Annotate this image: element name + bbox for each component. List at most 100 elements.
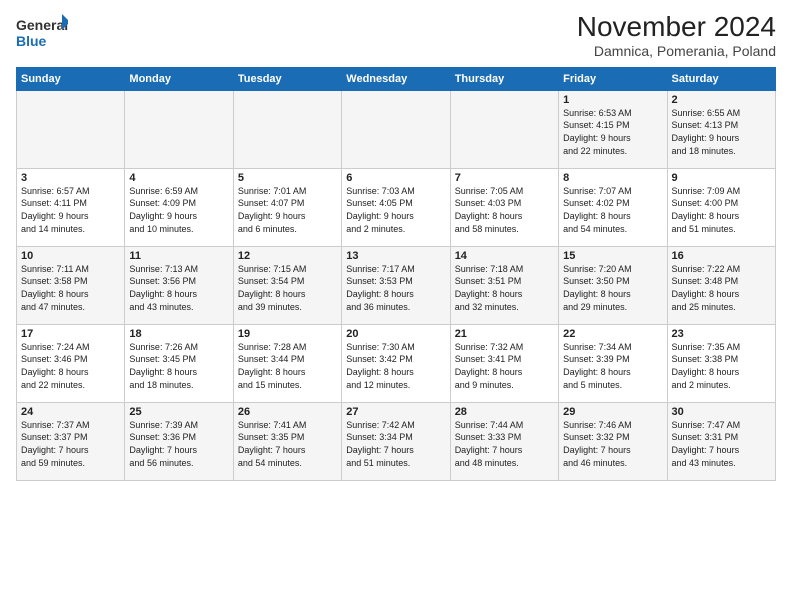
day-number: 3 [21,172,120,184]
day-info: Sunrise: 6:59 AM Sunset: 4:09 PM Dayligh… [129,185,228,235]
title-block: November 2024 Damnica, Pomerania, Poland [577,12,776,59]
calendar-cell: 27Sunrise: 7:42 AM Sunset: 3:34 PM Dayli… [342,402,450,480]
calendar-cell [233,90,341,168]
calendar-cell: 2Sunrise: 6:55 AM Sunset: 4:13 PM Daylig… [667,90,775,168]
day-number: 20 [346,328,445,340]
svg-text:General: General [16,17,68,33]
calendar-cell: 18Sunrise: 7:26 AM Sunset: 3:45 PM Dayli… [125,324,233,402]
calendar-table: SundayMondayTuesdayWednesdayThursdayFrid… [16,67,776,481]
calendar-cell: 22Sunrise: 7:34 AM Sunset: 3:39 PM Dayli… [559,324,667,402]
calendar-cell [450,90,558,168]
calendar-cell: 3Sunrise: 6:57 AM Sunset: 4:11 PM Daylig… [17,168,125,246]
calendar-cell: 5Sunrise: 7:01 AM Sunset: 4:07 PM Daylig… [233,168,341,246]
day-info: Sunrise: 7:39 AM Sunset: 3:36 PM Dayligh… [129,419,228,469]
weekday-header-monday: Monday [125,67,233,90]
header: General Blue November 2024 Damnica, Pome… [16,12,776,59]
week-row-2: 3Sunrise: 6:57 AM Sunset: 4:11 PM Daylig… [17,168,776,246]
calendar-cell [17,90,125,168]
calendar-cell: 9Sunrise: 7:09 AM Sunset: 4:00 PM Daylig… [667,168,775,246]
day-number: 17 [21,328,120,340]
svg-text:Blue: Blue [16,33,47,49]
day-number: 11 [129,250,228,262]
day-info: Sunrise: 7:13 AM Sunset: 3:56 PM Dayligh… [129,263,228,313]
day-info: Sunrise: 7:32 AM Sunset: 3:41 PM Dayligh… [455,341,554,391]
day-number: 4 [129,172,228,184]
day-number: 16 [672,250,771,262]
calendar-cell: 10Sunrise: 7:11 AM Sunset: 3:58 PM Dayli… [17,246,125,324]
calendar-cell: 16Sunrise: 7:22 AM Sunset: 3:48 PM Dayli… [667,246,775,324]
day-info: Sunrise: 7:09 AM Sunset: 4:00 PM Dayligh… [672,185,771,235]
day-number: 19 [238,328,337,340]
day-info: Sunrise: 7:17 AM Sunset: 3:53 PM Dayligh… [346,263,445,313]
calendar-cell: 30Sunrise: 7:47 AM Sunset: 3:31 PM Dayli… [667,402,775,480]
day-number: 13 [346,250,445,262]
day-number: 24 [21,406,120,418]
calendar-cell: 19Sunrise: 7:28 AM Sunset: 3:44 PM Dayli… [233,324,341,402]
day-info: Sunrise: 7:26 AM Sunset: 3:45 PM Dayligh… [129,341,228,391]
day-info: Sunrise: 6:53 AM Sunset: 4:15 PM Dayligh… [563,107,662,157]
calendar-cell: 24Sunrise: 7:37 AM Sunset: 3:37 PM Dayli… [17,402,125,480]
weekday-header-row: SundayMondayTuesdayWednesdayThursdayFrid… [17,67,776,90]
day-number: 10 [21,250,120,262]
day-info: Sunrise: 7:24 AM Sunset: 3:46 PM Dayligh… [21,341,120,391]
day-number: 8 [563,172,662,184]
day-info: Sunrise: 7:34 AM Sunset: 3:39 PM Dayligh… [563,341,662,391]
calendar-title: November 2024 [577,12,776,43]
day-info: Sunrise: 7:01 AM Sunset: 4:07 PM Dayligh… [238,185,337,235]
weekday-header-sunday: Sunday [17,67,125,90]
calendar-cell: 13Sunrise: 7:17 AM Sunset: 3:53 PM Dayli… [342,246,450,324]
day-info: Sunrise: 7:28 AM Sunset: 3:44 PM Dayligh… [238,341,337,391]
week-row-1: 1Sunrise: 6:53 AM Sunset: 4:15 PM Daylig… [17,90,776,168]
day-info: Sunrise: 7:41 AM Sunset: 3:35 PM Dayligh… [238,419,337,469]
calendar-cell: 20Sunrise: 7:30 AM Sunset: 3:42 PM Dayli… [342,324,450,402]
day-number: 15 [563,250,662,262]
day-info: Sunrise: 7:03 AM Sunset: 4:05 PM Dayligh… [346,185,445,235]
weekday-header-saturday: Saturday [667,67,775,90]
week-row-5: 24Sunrise: 7:37 AM Sunset: 3:37 PM Dayli… [17,402,776,480]
day-info: Sunrise: 7:30 AM Sunset: 3:42 PM Dayligh… [346,341,445,391]
day-number: 7 [455,172,554,184]
day-number: 2 [672,94,771,106]
day-number: 23 [672,328,771,340]
calendar-cell: 11Sunrise: 7:13 AM Sunset: 3:56 PM Dayli… [125,246,233,324]
calendar-cell: 29Sunrise: 7:46 AM Sunset: 3:32 PM Dayli… [559,402,667,480]
day-number: 25 [129,406,228,418]
day-info: Sunrise: 7:18 AM Sunset: 3:51 PM Dayligh… [455,263,554,313]
calendar-cell: 1Sunrise: 6:53 AM Sunset: 4:15 PM Daylig… [559,90,667,168]
calendar-cell [342,90,450,168]
day-info: Sunrise: 7:07 AM Sunset: 4:02 PM Dayligh… [563,185,662,235]
day-number: 28 [455,406,554,418]
day-info: Sunrise: 7:42 AM Sunset: 3:34 PM Dayligh… [346,419,445,469]
day-info: Sunrise: 7:46 AM Sunset: 3:32 PM Dayligh… [563,419,662,469]
day-number: 22 [563,328,662,340]
calendar-cell: 7Sunrise: 7:05 AM Sunset: 4:03 PM Daylig… [450,168,558,246]
calendar-cell: 23Sunrise: 7:35 AM Sunset: 3:38 PM Dayli… [667,324,775,402]
day-number: 5 [238,172,337,184]
calendar-subtitle: Damnica, Pomerania, Poland [577,43,776,59]
day-number: 27 [346,406,445,418]
day-number: 14 [455,250,554,262]
calendar-cell: 21Sunrise: 7:32 AM Sunset: 3:41 PM Dayli… [450,324,558,402]
day-info: Sunrise: 6:57 AM Sunset: 4:11 PM Dayligh… [21,185,120,235]
day-info: Sunrise: 7:05 AM Sunset: 4:03 PM Dayligh… [455,185,554,235]
day-info: Sunrise: 7:47 AM Sunset: 3:31 PM Dayligh… [672,419,771,469]
calendar-cell: 25Sunrise: 7:39 AM Sunset: 3:36 PM Dayli… [125,402,233,480]
day-number: 6 [346,172,445,184]
day-number: 21 [455,328,554,340]
weekday-header-thursday: Thursday [450,67,558,90]
day-info: Sunrise: 7:35 AM Sunset: 3:38 PM Dayligh… [672,341,771,391]
weekday-header-tuesday: Tuesday [233,67,341,90]
logo: General Blue [16,12,68,52]
week-row-4: 17Sunrise: 7:24 AM Sunset: 3:46 PM Dayli… [17,324,776,402]
weekday-header-friday: Friday [559,67,667,90]
day-info: Sunrise: 6:55 AM Sunset: 4:13 PM Dayligh… [672,107,771,157]
calendar-cell: 15Sunrise: 7:20 AM Sunset: 3:50 PM Dayli… [559,246,667,324]
logo-svg: General Blue [16,12,68,52]
day-info: Sunrise: 7:20 AM Sunset: 3:50 PM Dayligh… [563,263,662,313]
calendar-cell: 14Sunrise: 7:18 AM Sunset: 3:51 PM Dayli… [450,246,558,324]
day-info: Sunrise: 7:44 AM Sunset: 3:33 PM Dayligh… [455,419,554,469]
calendar-cell: 8Sunrise: 7:07 AM Sunset: 4:02 PM Daylig… [559,168,667,246]
day-number: 29 [563,406,662,418]
day-number: 26 [238,406,337,418]
calendar-cell: 28Sunrise: 7:44 AM Sunset: 3:33 PM Dayli… [450,402,558,480]
